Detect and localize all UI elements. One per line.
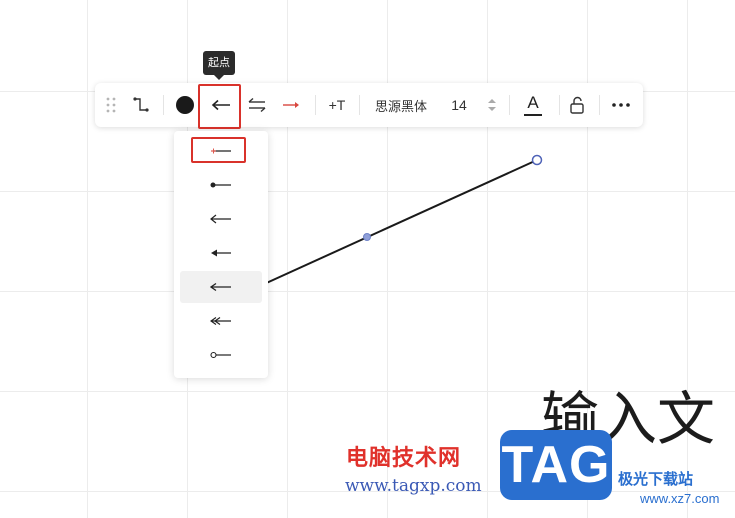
start-marker-menu (174, 131, 268, 378)
font-family-value: 思源黑体 (374, 99, 427, 115)
tooltip-label: 起点 (208, 56, 230, 69)
line-color-button[interactable] (173, 89, 197, 121)
font-size-stepper[interactable] (485, 89, 499, 121)
font-color-swatch (524, 114, 542, 116)
watermark-site-url: www.xz7.com (640, 491, 720, 506)
line-open-arrow-icon (210, 214, 231, 224)
end-arrow-button[interactable] (279, 89, 303, 121)
toolbar-divider (359, 95, 360, 115)
add-text-label: +T (328, 97, 346, 113)
line-no-marker-icon (211, 148, 231, 154)
line-double-arrow-icon (210, 317, 231, 325)
watermark-url: www.tagxp.com (345, 476, 482, 496)
start-arrow-button[interactable] (205, 89, 237, 121)
unlock-icon (570, 96, 584, 114)
menu-item-filled-triangle[interactable] (180, 237, 262, 269)
connector-midpoint-handle[interactable] (363, 233, 371, 241)
lock-button[interactable] (565, 89, 589, 121)
menu-item-open-circle[interactable] (180, 339, 262, 371)
font-color-label: A (527, 93, 539, 112)
toolbar-divider (509, 95, 510, 115)
swap-direction-icon (248, 97, 266, 113)
toolbar-divider (163, 95, 164, 115)
menu-item-filled-dot[interactable] (180, 169, 262, 201)
arrow-right-red-icon (283, 102, 299, 108)
connector-endpoint-handle[interactable] (531, 154, 543, 166)
font-family-select[interactable]: 思源黑体 (367, 89, 435, 121)
toolbar-divider (315, 95, 316, 115)
drag-handle-icon[interactable] (103, 89, 119, 121)
arrow-left-icon (211, 99, 230, 111)
menu-item-arrow[interactable] (180, 271, 262, 303)
start-point-tooltip: 起点 (203, 51, 235, 80)
font-size-value: 14 (451, 97, 467, 113)
toolbar-divider (559, 95, 560, 115)
more-button[interactable] (607, 89, 635, 121)
line-filled-dot-icon (210, 182, 231, 188)
line-arrow-icon (210, 282, 231, 292)
connector-toolbar: +T 思源黑体 14 A (95, 83, 643, 127)
menu-item-no-marker[interactable] (180, 135, 262, 167)
font-color-button[interactable]: A (519, 89, 547, 121)
menu-item-double-arrow[interactable] (180, 305, 262, 337)
stepper-icon (488, 99, 496, 111)
more-icon (612, 103, 630, 107)
connector-style-icon[interactable] (129, 89, 153, 121)
add-text-button[interactable]: +T (325, 89, 349, 121)
watermark-tag-logo: TAG (500, 430, 612, 500)
toolbar-divider (599, 95, 600, 115)
swap-direction-button[interactable] (245, 89, 269, 121)
watermark-cn-text: 电脑技术网 (346, 446, 462, 471)
line-open-circle-icon (210, 351, 231, 359)
watermark-site-name: 极光下载站 (618, 470, 694, 488)
connector-line[interactable] (261, 159, 538, 286)
line-filled-triangle-icon (211, 249, 231, 257)
font-size-input[interactable]: 14 (447, 89, 471, 121)
menu-item-open-arrow[interactable] (180, 203, 262, 235)
